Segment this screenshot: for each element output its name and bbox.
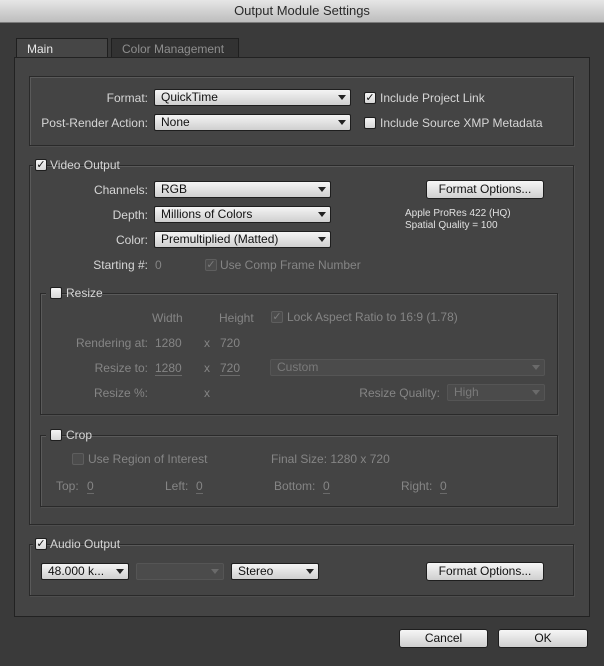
- audio-output-title: Audio Output: [50, 537, 121, 551]
- resize-to-height-field[interactable]: 720: [220, 361, 241, 376]
- post-render-value: None: [161, 115, 190, 129]
- rendering-x: x: [204, 336, 210, 350]
- crop-left-label: Left:: [165, 479, 189, 493]
- video-output-title: Video Output: [50, 158, 120, 172]
- channels-label: Channels:: [93, 183, 148, 197]
- rendering-height: 720: [220, 336, 241, 350]
- chevron-down-icon: [306, 569, 314, 574]
- checkmark-icon: ✓: [272, 311, 282, 323]
- resize-preset-dropdown[interactable]: Custom: [270, 359, 545, 376]
- use-comp-frame-checkbox[interactable]: ✓: [205, 259, 217, 271]
- resize-checkbox[interactable]: [50, 287, 62, 299]
- resize-preset-value: Custom: [277, 360, 319, 374]
- resize-quality-label: Resize Quality:: [359, 386, 440, 400]
- post-render-dropdown[interactable]: None: [154, 114, 351, 131]
- lock-aspect-label: Lock Aspect Ratio to 16:9 (1.78): [287, 310, 458, 324]
- use-comp-frame-label: Use Comp Frame Number: [220, 258, 361, 272]
- chevron-down-icon: [532, 365, 540, 370]
- resize-to-label: Resize to:: [94, 361, 148, 375]
- depth-label: Depth:: [112, 208, 148, 222]
- include-project-link-label: Include Project Link: [380, 91, 485, 105]
- chevron-down-icon: [318, 212, 326, 217]
- include-xmp-checkbox[interactable]: [364, 117, 376, 129]
- codec-quality: Spatial Quality = 100: [405, 220, 498, 231]
- tab-main-options[interactable]: Main Options: [16, 38, 108, 76]
- checkmark-icon: ✓: [36, 159, 46, 171]
- color-dropdown[interactable]: Premultiplied (Matted): [154, 231, 331, 248]
- video-format-options-button[interactable]: Format Options...: [426, 180, 544, 199]
- ok-button[interactable]: OK: [498, 629, 588, 648]
- resize-quality-dropdown[interactable]: High: [447, 384, 545, 401]
- resize-to-x: x: [204, 361, 210, 375]
- channels-value: RGB: [161, 182, 188, 196]
- resize-percent-label: Resize %:: [93, 386, 148, 400]
- include-project-link-checkbox[interactable]: ✓: [364, 92, 376, 104]
- crop-checkbox[interactable]: [50, 429, 62, 441]
- format-dropdown[interactable]: QuickTime: [154, 89, 351, 106]
- audio-channels-value: Stereo: [238, 564, 274, 578]
- crop-bottom-label: Bottom:: [274, 479, 316, 493]
- resize-quality-value: High: [454, 385, 479, 399]
- resize-percent-x: x: [204, 386, 210, 400]
- starting-number-field[interactable]: 0: [155, 258, 162, 272]
- width-header: Width: [152, 311, 183, 325]
- resize-title: Resize: [66, 286, 103, 300]
- checkmark-icon: ✓: [206, 259, 216, 271]
- sample-rate-value: 48.000 k...: [48, 564, 105, 578]
- depth-dropdown[interactable]: Millions of Colors: [154, 206, 331, 223]
- resize-header: Resize: [46, 285, 103, 301]
- chevron-down-icon: [211, 569, 219, 574]
- crop-left-field[interactable]: 0: [196, 479, 203, 494]
- chevron-down-icon: [338, 120, 346, 125]
- codec-name: Apple ProRes 422 (HQ): [405, 208, 511, 219]
- crop-title: Crop: [66, 428, 93, 442]
- cancel-button[interactable]: Cancel: [399, 629, 488, 648]
- checkmark-icon: ✓: [365, 92, 375, 104]
- lock-aspect-checkbox[interactable]: ✓: [271, 311, 283, 323]
- bit-depth-dropdown[interactable]: [136, 563, 224, 580]
- crop-group: [40, 435, 558, 507]
- crop-header: Crop: [46, 427, 92, 443]
- sample-rate-dropdown[interactable]: 48.000 k...: [41, 563, 129, 580]
- rendering-width: 1280: [155, 336, 182, 350]
- tab-color-management[interactable]: Color Management: [111, 38, 239, 58]
- format-group: [29, 76, 574, 146]
- crop-top-field[interactable]: 0: [87, 479, 94, 494]
- audio-output-checkbox[interactable]: ✓: [35, 538, 47, 550]
- starting-number-label: Starting #:: [93, 258, 148, 272]
- chevron-down-icon: [116, 569, 124, 574]
- chevron-down-icon: [318, 237, 326, 242]
- chevron-down-icon: [338, 95, 346, 100]
- use-roi-label: Use Region of Interest: [88, 452, 208, 466]
- crop-right-field[interactable]: 0: [440, 479, 447, 494]
- audio-output-header: ✓ Audio Output: [33, 536, 120, 552]
- use-roi-checkbox[interactable]: [72, 453, 84, 465]
- include-xmp-label: Include Source XMP Metadata: [380, 116, 543, 130]
- chevron-down-icon: [318, 187, 326, 192]
- final-size-label: Final Size: 1280 x 720: [271, 452, 390, 466]
- crop-bottom-field[interactable]: 0: [323, 479, 330, 494]
- video-output-header: ✓ Video Output: [33, 157, 120, 173]
- audio-channels-dropdown[interactable]: Stereo: [231, 563, 319, 580]
- audio-format-options-button[interactable]: Format Options...: [426, 562, 544, 581]
- color-label: Color:: [115, 233, 148, 247]
- checkmark-icon: ✓: [36, 538, 46, 550]
- chevron-down-icon: [532, 390, 540, 395]
- video-output-checkbox[interactable]: ✓: [35, 159, 47, 171]
- channels-dropdown[interactable]: RGB: [154, 181, 331, 198]
- window-title: Output Module Settings: [0, 0, 604, 23]
- resize-to-width-field[interactable]: 1280: [155, 361, 182, 376]
- height-header: Height: [219, 311, 254, 325]
- depth-value: Millions of Colors: [161, 207, 253, 221]
- crop-top-label: Top:: [56, 479, 79, 493]
- format-label: Format:: [106, 91, 148, 105]
- format-value: QuickTime: [161, 90, 218, 104]
- crop-right-label: Right:: [401, 479, 433, 493]
- rendering-at-label: Rendering at:: [75, 336, 148, 350]
- post-render-label: Post-Render Action:: [41, 116, 148, 130]
- color-value: Premultiplied (Matted): [161, 232, 279, 246]
